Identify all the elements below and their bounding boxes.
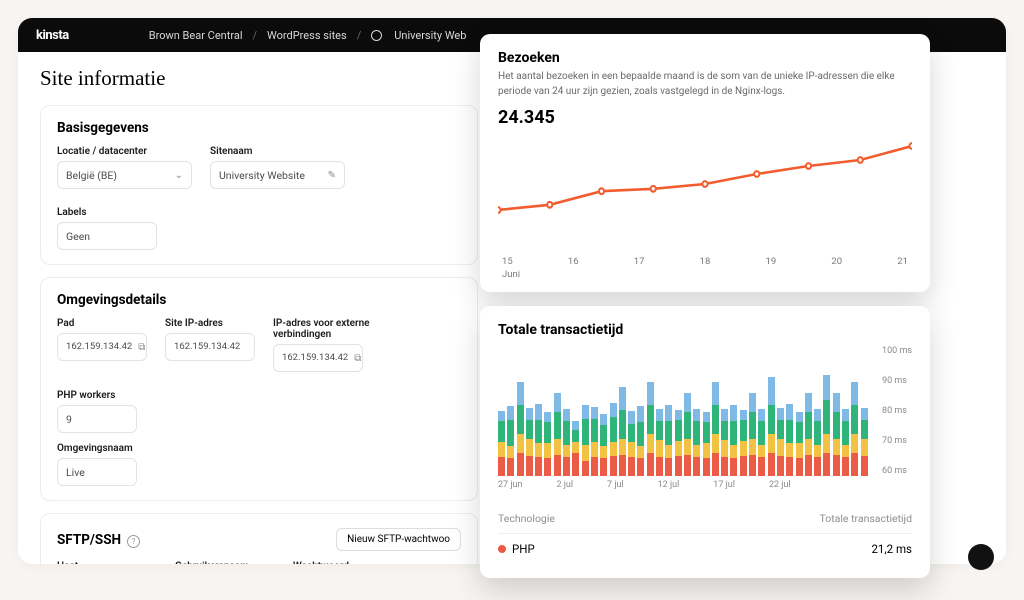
path-label: Pad	[57, 318, 147, 329]
edit-icon: ✎	[328, 170, 336, 181]
ext-ip-value: 162.159.134.42	[282, 353, 348, 363]
visits-desc: Het aantal bezoeken in een bepaalde maan…	[498, 70, 912, 99]
trans-row-php[interactable]: PHP 21,2 ms	[498, 533, 912, 556]
php-workers-value: 9	[66, 413, 72, 426]
ext-ip-label: IP-adres voor externe verbindingen	[273, 318, 383, 340]
sitename-input[interactable]: University Website ✎	[210, 161, 345, 189]
sitename-value: University Website	[219, 169, 305, 182]
visits-chart	[498, 132, 912, 252]
breadcrumb-site[interactable]: University Web	[394, 29, 466, 42]
trans-time: 21,2 ms	[871, 542, 912, 556]
brand-logo[interactable]: kinsta	[36, 28, 69, 43]
visits-month: Juni	[498, 269, 912, 280]
host-label: Host	[57, 561, 157, 564]
pwd-label: Wachtwoord	[293, 561, 383, 564]
visits-total: 24.345	[498, 107, 912, 128]
wordpress-icon	[371, 30, 382, 41]
trans-chart: 100 ms90 ms80 ms70 ms60 ms	[498, 346, 912, 476]
card-sftp: SFTP/SSH Nieuw SFTP-wachtwoo Host 162.15…	[40, 513, 478, 564]
crumb-sep: /	[253, 29, 258, 42]
php-workers-box: 9	[57, 405, 137, 433]
new-sftp-password-button[interactable]: Nieuw SFTP-wachtwoo	[336, 528, 461, 551]
labels-value: Geen	[66, 230, 90, 243]
visits-title: Bezoeken	[498, 50, 912, 66]
card-env: Omgevingsdetails Pad 162.159.134.42 ⧉ Si…	[40, 277, 478, 501]
trans-foot-time: Totale transactietijd	[819, 512, 912, 525]
labels-select[interactable]: Geen	[57, 222, 157, 250]
card-visits: Bezoeken Het aantal bezoeken in een bepa…	[480, 34, 930, 292]
envname-label: Omgevingsnaam	[57, 443, 137, 454]
card-env-title: Omgevingsdetails	[57, 292, 461, 308]
card-basics: Basisgegevens Locatie / datacenter Belgi…	[40, 105, 478, 265]
location-value: België (BE)	[66, 169, 117, 182]
card-transaction: Totale transactietijd 100 ms90 ms80 ms70…	[480, 306, 930, 578]
visits-xaxis: 15161718192021	[498, 256, 912, 267]
path-value-box[interactable]: 162.159.134.42 ⧉	[57, 333, 147, 361]
user-label: Gebruikersnaam	[175, 561, 275, 564]
copy-icon[interactable]: ⧉	[354, 353, 361, 364]
site-ip-box[interactable]: 162.159.134.42	[165, 333, 255, 361]
labels-label: Labels	[57, 207, 157, 218]
card-basics-title: Basisgegevens	[57, 120, 461, 136]
card-sftp-title: SFTP/SSH	[57, 532, 140, 548]
site-ip-value: 162.159.134.42	[174, 342, 240, 352]
site-ip-label: Site IP-adres	[165, 318, 255, 329]
sitename-label: Sitenaam	[210, 146, 345, 157]
location-select[interactable]: België (BE) ⌄	[57, 161, 192, 189]
trans-title: Totale transactietijd	[498, 322, 912, 338]
help-fab[interactable]	[968, 544, 994, 570]
ext-ip-box[interactable]: 162.159.134.42 ⧉	[273, 344, 363, 372]
breadcrumb-org[interactable]: Brown Bear Central	[149, 29, 243, 42]
copy-icon[interactable]: ⧉	[138, 342, 145, 353]
path-value: 162.159.134.42	[66, 342, 132, 352]
php-dot-icon	[498, 545, 506, 553]
envname-box[interactable]: Live	[57, 458, 137, 486]
php-workers-label: PHP workers	[57, 390, 137, 401]
trans-xaxis: 27 jun2 jul7 jul12 jul17 jul22 jul	[498, 480, 912, 490]
breadcrumb-sites[interactable]: WordPress sites	[267, 29, 347, 42]
trans-tech: PHP	[512, 542, 535, 556]
trans-foot-technology: Technologie	[498, 512, 555, 525]
chevron-down-icon: ⌄	[175, 170, 183, 181]
crumb-sep: /	[357, 29, 362, 42]
location-label: Locatie / datacenter	[57, 146, 192, 157]
envname-value: Live	[66, 466, 85, 479]
